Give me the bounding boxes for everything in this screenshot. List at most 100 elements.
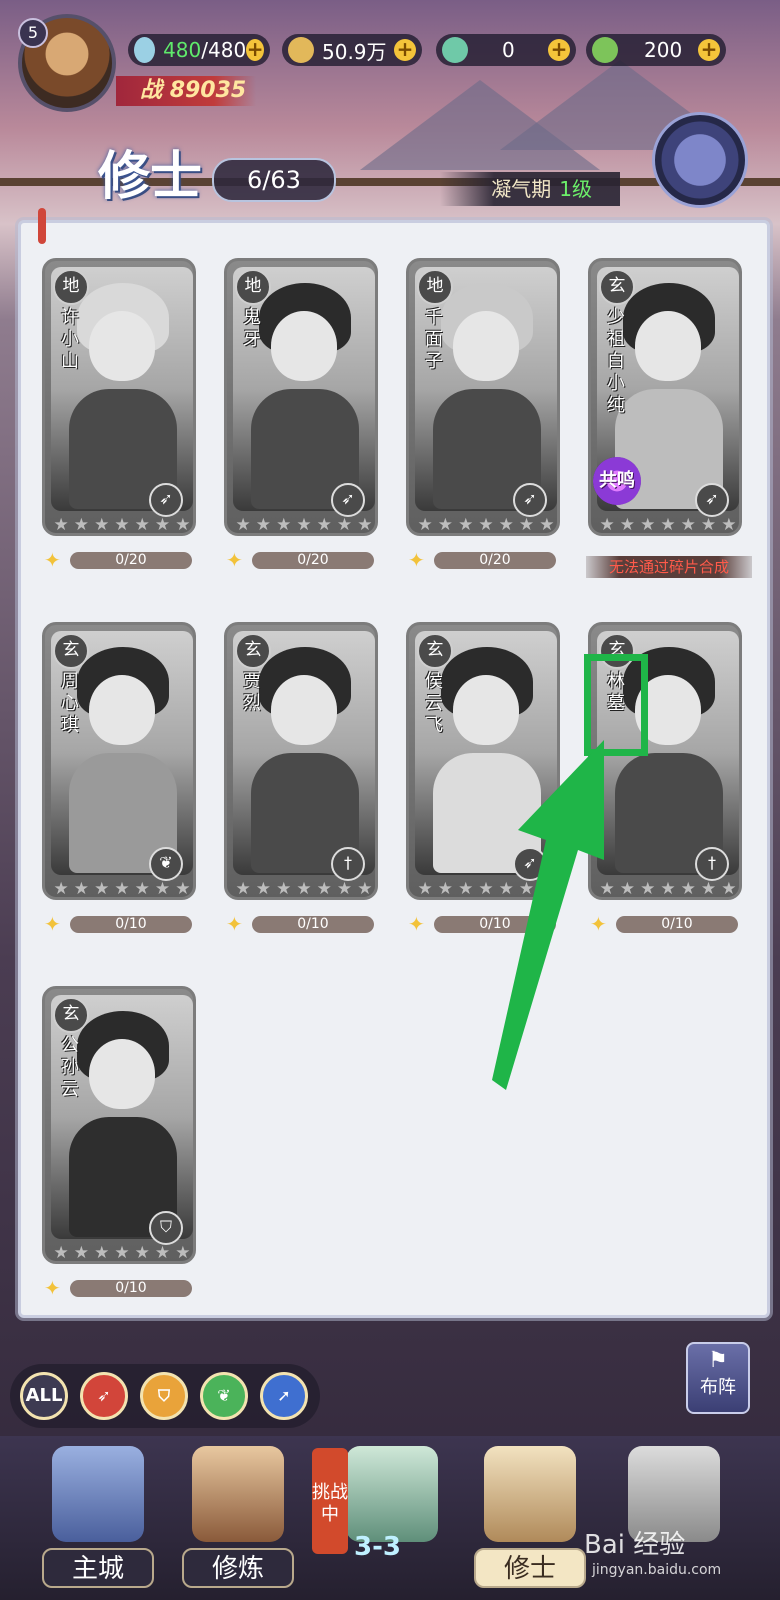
star-rating: ★★★★★★★ bbox=[53, 515, 191, 535]
filter-leaf-icon[interactable]: ❦ bbox=[200, 1372, 248, 1420]
cultivator-card[interactable]: 玄 周心琪 ❦ ★ ★ ★ ★ ★ ★ ★ ✦ 0/10 bbox=[42, 622, 196, 934]
shard-progress-text: 0/20 bbox=[434, 552, 556, 569]
character-name: 公孙云 bbox=[61, 1035, 79, 1100]
coin-add-button[interactable]: + bbox=[394, 39, 416, 61]
jade-icon bbox=[442, 37, 468, 63]
nav-main-city[interactable]: 主城 bbox=[36, 1446, 160, 1596]
shard-progress: ✦ 0/20 bbox=[408, 550, 558, 570]
cultivator-icon bbox=[484, 1446, 576, 1542]
leaf-resource[interactable]: 200 + bbox=[586, 34, 726, 66]
shard-icon: ✦ bbox=[44, 548, 61, 572]
filter-all-button[interactable]: ALL bbox=[20, 1372, 68, 1420]
grade-badge: 玄 bbox=[53, 997, 89, 1033]
page-title: 修士 bbox=[98, 146, 203, 207]
realm-level: 1级 bbox=[559, 177, 592, 201]
card-frame: 地 许小山 ➶ ★ ★ ★ ★ ★ ★ ★ bbox=[42, 258, 196, 536]
shard-icon: ✦ bbox=[226, 548, 243, 572]
coin-resource[interactable]: 50.9万 + bbox=[282, 34, 422, 66]
shard-progress-text: 0/10 bbox=[70, 916, 192, 933]
shard-progress: ✦ 0/10 bbox=[226, 914, 376, 934]
combat-power-prefix: 战 bbox=[140, 78, 163, 103]
resonance-badge: 共鸣 bbox=[593, 457, 641, 505]
star-rating: ★★★★★★★ bbox=[53, 1243, 191, 1263]
cultivator-card[interactable]: 地 鬼牙 ➶ ★ ★ ★ ★ ★ ★ ★ ✦ 0/20 bbox=[224, 258, 378, 570]
card-frame: 玄 贾烈 † ★ ★ ★ ★ ★ ★ ★ bbox=[224, 622, 378, 900]
cultivator-card[interactable]: 玄 少祖白小纯 共鸣 ➶ ★ ★ ★ ★ ★ ★ ★ 无法通过碎片合成 bbox=[586, 258, 752, 578]
stamina-add-button[interactable]: + bbox=[246, 39, 264, 61]
pin-decoration bbox=[38, 208, 46, 244]
main-city-icon bbox=[52, 1446, 144, 1542]
jade-resource[interactable]: 0 + bbox=[436, 34, 576, 66]
grade-badge: 地 bbox=[235, 269, 271, 305]
character-name: 贾烈 bbox=[243, 671, 261, 714]
character-name: 鬼牙 bbox=[243, 307, 261, 350]
sword-icon: ➶ bbox=[331, 483, 365, 517]
shard-icon: ✦ bbox=[408, 548, 425, 572]
coin-icon bbox=[288, 37, 314, 63]
watermark: Bai 经验 bbox=[584, 1530, 686, 1560]
nav-label: 主城 bbox=[42, 1548, 154, 1588]
flag-icon: ⚑ bbox=[708, 1348, 728, 1373]
combat-power-value: 89035 bbox=[169, 78, 247, 103]
card-frame: 玄 少祖白小纯 共鸣 ➶ ★ ★ ★ ★ ★ ★ ★ bbox=[588, 258, 742, 536]
filter-sword-icon[interactable]: ➶ bbox=[80, 1372, 128, 1420]
cultivator-card[interactable]: 玄 公孙云 ⛉ ★ ★ ★ ★ ★ ★ ★ ✦ 0/10 bbox=[42, 986, 196, 1298]
card-frame: 玄 周心琪 ❦ ★ ★ ★ ★ ★ ★ ★ bbox=[42, 622, 196, 900]
shard-progress: ✦ 0/10 bbox=[44, 1278, 194, 1298]
nav-cultivator[interactable]: 修士 bbox=[468, 1446, 592, 1596]
challenge-tag: 挑战中 bbox=[312, 1448, 348, 1554]
lineup-button[interactable]: ⚑ 布阵 bbox=[686, 1342, 750, 1414]
stage-icon bbox=[346, 1446, 438, 1542]
stamina-current: 480 bbox=[163, 38, 202, 62]
grade-badge: 玄 bbox=[599, 269, 635, 305]
stamina-separator: / bbox=[201, 38, 208, 62]
sword-icon: ➶ bbox=[149, 483, 183, 517]
card-frame: 地 鬼牙 ➶ ★ ★ ★ ★ ★ ★ ★ bbox=[224, 258, 378, 536]
jade-add-button[interactable]: + bbox=[548, 39, 570, 61]
lineup-label: 布阵 bbox=[700, 1377, 736, 1398]
stamina-icon bbox=[134, 37, 156, 63]
sword-icon: ➶ bbox=[513, 483, 547, 517]
leaf-icon: ❦ bbox=[149, 847, 183, 881]
leaf-add-button[interactable]: + bbox=[698, 39, 720, 61]
top-bar: 5 480/480 + 50.9万 + 0 + 200 + 战 89035 bbox=[0, 0, 780, 120]
combat-power: 战 89035 bbox=[116, 76, 256, 106]
cultivator-card[interactable]: 地 千面子 ➶ ★ ★ ★ ★ ★ ★ ★ ✦ 0/20 bbox=[406, 258, 560, 570]
leaf-icon bbox=[592, 37, 618, 63]
star-rating: ★★★★★★★ bbox=[417, 515, 555, 535]
star-rating: ★★★★★★★ bbox=[235, 879, 373, 899]
grade-badge: 玄 bbox=[235, 633, 271, 669]
shard-progress-text: 0/10 bbox=[70, 1280, 192, 1297]
filter-shield-icon[interactable]: ⛉ bbox=[140, 1372, 188, 1420]
card-frame: 地 千面子 ➶ ★ ★ ★ ★ ★ ★ ★ bbox=[406, 258, 560, 536]
star-rating: ★★★★★★★ bbox=[53, 879, 191, 899]
shard-progress-text: 0/20 bbox=[70, 552, 192, 569]
grade-badge: 玄 bbox=[53, 633, 89, 669]
gourd-icon[interactable] bbox=[652, 112, 748, 208]
shard-progress: ✦ 0/10 bbox=[44, 914, 194, 934]
star-rating: ★★★★★★★ bbox=[599, 515, 737, 535]
stage-label: 3-3 bbox=[354, 1532, 401, 1562]
nav-label: 修士 bbox=[474, 1548, 586, 1588]
realm-label: 凝气期 1级 bbox=[440, 172, 620, 206]
shard-icon: ✦ bbox=[44, 912, 61, 936]
player-level-badge: 5 bbox=[18, 18, 48, 48]
cultivator-card[interactable]: 地 许小山 ➶ ★ ★ ★ ★ ★ ★ ★ ✦ 0/20 bbox=[42, 258, 196, 570]
sword-icon: ➶ bbox=[695, 483, 729, 517]
nav-stage[interactable] bbox=[330, 1446, 454, 1596]
shard-progress: ✦ 0/20 bbox=[226, 550, 376, 570]
character-name: 少祖白小纯 bbox=[607, 307, 625, 416]
character-name: 侯云飞 bbox=[425, 671, 443, 736]
cultivator-card[interactable]: 玄 贾烈 † ★ ★ ★ ★ ★ ★ ★ ✦ 0/10 bbox=[224, 622, 378, 934]
nav-cultivate[interactable]: 修炼 bbox=[176, 1446, 300, 1596]
annotation-arrow bbox=[492, 740, 604, 1090]
dagger-icon: † bbox=[331, 847, 365, 881]
jade-value: 0 bbox=[502, 38, 515, 62]
stamina-resource[interactable]: 480/480 + bbox=[128, 34, 270, 66]
character-name: 周心琪 bbox=[61, 671, 79, 736]
shard-icon: ✦ bbox=[44, 1276, 61, 1300]
star-rating: ★★★★★★★ bbox=[235, 515, 373, 535]
dagger-icon: † bbox=[695, 847, 729, 881]
card-frame: 玄 公孙云 ⛉ ★ ★ ★ ★ ★ ★ ★ bbox=[42, 986, 196, 1264]
filter-arrow-icon[interactable]: ➚ bbox=[260, 1372, 308, 1420]
